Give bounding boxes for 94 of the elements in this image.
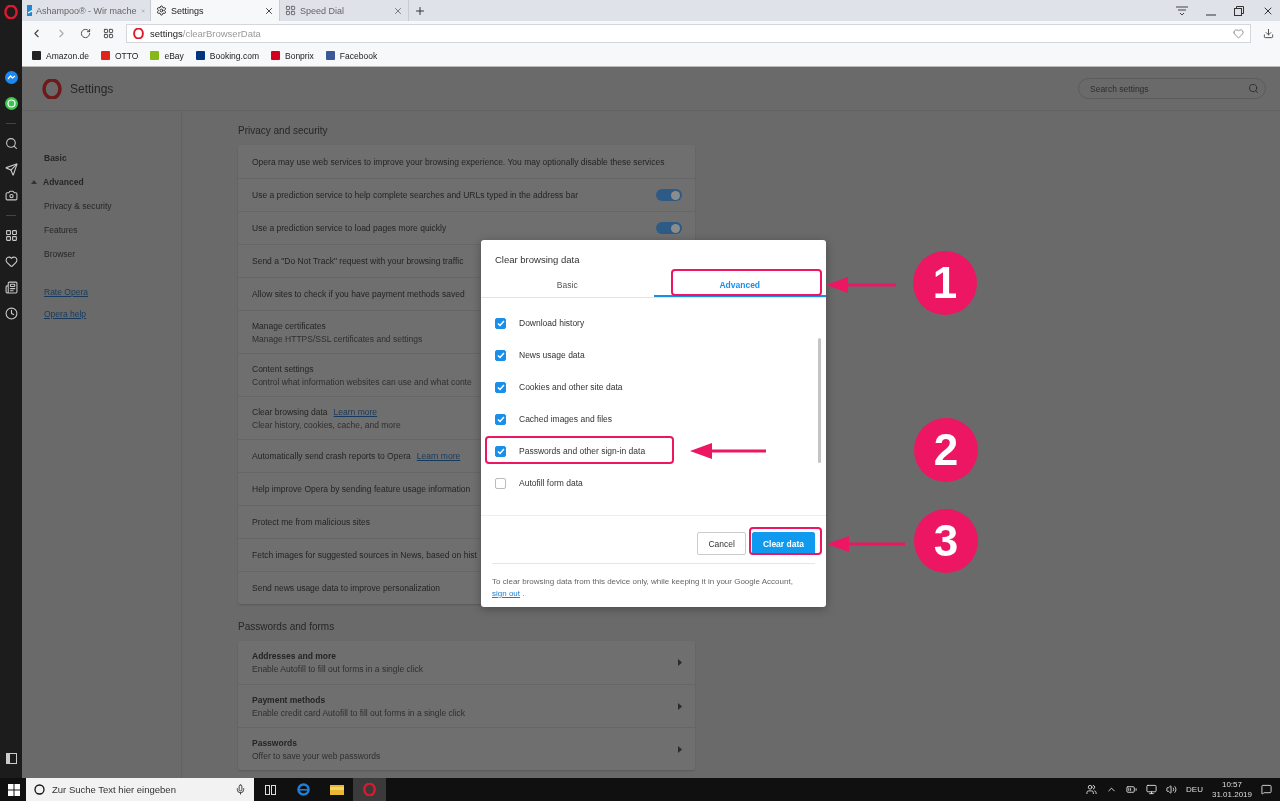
setting-label: Addresses and more bbox=[252, 651, 338, 661]
chevron-icon[interactable] bbox=[678, 702, 682, 710]
windows-icon[interactable] bbox=[8, 783, 20, 796]
nav-item[interactable]: Privacy & security bbox=[44, 194, 181, 218]
search-icon bbox=[1248, 83, 1259, 94]
setting-label: Clear browsing data Learn more bbox=[252, 406, 379, 417]
url-text: settings/clearBrowserData bbox=[150, 27, 261, 39]
setting-label: Content settings bbox=[252, 363, 315, 374]
site-icon bbox=[27, 5, 32, 16]
sign-out-link[interactable]: sign out bbox=[492, 589, 521, 598]
clock-icon[interactable] bbox=[4, 307, 18, 320]
opera-logo bbox=[42, 78, 62, 99]
checkbox-label: Cookies and other site data bbox=[519, 382, 623, 392]
setting-label: Manage certificates bbox=[252, 320, 327, 331]
taskbar-search-field[interactable]: Zur Suche Text hier eingeben bbox=[26, 778, 254, 801]
dialog-tab[interactable]: Basic bbox=[481, 274, 654, 297]
checkbox[interactable] bbox=[495, 381, 506, 393]
dialog-tab[interactable]: Advanced bbox=[653, 274, 826, 297]
chevron-icon[interactable] bbox=[678, 659, 682, 666]
browser-tab[interactable]: Settings bbox=[151, 0, 280, 21]
arrow bbox=[826, 277, 896, 293]
grid-icon[interactable] bbox=[4, 229, 18, 242]
clear-data-button[interactable]: Clear data bbox=[751, 532, 815, 555]
nav-item[interactable]: Browser bbox=[44, 242, 181, 266]
chevron-icon[interactable] bbox=[678, 745, 682, 753]
camera-icon[interactable] bbox=[4, 189, 18, 202]
search-icon bbox=[34, 784, 45, 795]
toggle-switch[interactable] bbox=[656, 222, 682, 234]
checkbox[interactable] bbox=[495, 317, 506, 329]
opera-logo bbox=[133, 27, 144, 39]
volume-icon[interactable] bbox=[1166, 784, 1178, 795]
bookmark[interactable]: Bonprix bbox=[271, 50, 314, 61]
checkbox-label: Passwords and other sign-in data bbox=[519, 446, 646, 456]
news-icon[interactable] bbox=[4, 281, 18, 294]
send-icon[interactable] bbox=[4, 163, 18, 176]
notification-icon[interactable] bbox=[1261, 784, 1272, 795]
bookmark[interactable]: Amazon.de bbox=[32, 50, 89, 61]
setting-label: Passwords bbox=[252, 737, 298, 748]
setting-label: Allow sites to check if you have payment methods saved bbox=[252, 289, 465, 299]
setting-label: Help improve Opera by sending feature usage information bbox=[252, 484, 471, 494]
setting-label: Send a "Do Not Track" request with your browsing traffic bbox=[252, 256, 464, 266]
address-field[interactable]: settings/clearBrowserData bbox=[126, 23, 1251, 43]
setting-label: Use a prediction service to load pages more quickly bbox=[252, 223, 447, 233]
opera-logo bbox=[4, 5, 18, 19]
setting-label: Send news usage data to improve personalization bbox=[252, 583, 441, 593]
bookmark[interactable]: Booking.com bbox=[195, 50, 259, 61]
bookmark[interactable]: eBay bbox=[150, 50, 184, 61]
download-icon[interactable] bbox=[1263, 27, 1274, 39]
dialog-title: Clear browsing data bbox=[494, 253, 581, 267]
scrollbar-thumb[interactable] bbox=[818, 338, 821, 463]
reload-icon[interactable] bbox=[80, 27, 91, 39]
setting-label: Automatically send crash reports to Opera Learn more bbox=[252, 451, 461, 461]
checkbox-label: Download history bbox=[519, 318, 585, 328]
menu-icon[interactable] bbox=[1176, 5, 1188, 16]
setting-label: Protect me from malicious sites bbox=[252, 517, 371, 527]
checkbox-label: Cached images and files bbox=[519, 414, 613, 424]
nav-item[interactable]: Features bbox=[44, 218, 181, 242]
setting-label: Opera may use web services to improve your browsing experience. You may optionally disable these services bbox=[252, 156, 665, 167]
restore-icon[interactable] bbox=[1234, 5, 1244, 16]
heart-icon[interactable] bbox=[4, 255, 18, 268]
grid-icon bbox=[285, 5, 296, 16]
people-icon[interactable] bbox=[1086, 784, 1098, 795]
page-title: Settings bbox=[70, 81, 114, 96]
microphone-icon[interactable] bbox=[235, 784, 246, 795]
search-icon[interactable] bbox=[4, 137, 18, 150]
nav-item[interactable]: Basic bbox=[44, 146, 181, 170]
new-tab-icon[interactable] bbox=[414, 4, 426, 17]
toggle-switch[interactable] bbox=[656, 189, 682, 201]
checkbox[interactable] bbox=[495, 349, 506, 361]
checkbox-label: Autofill form data bbox=[519, 478, 583, 488]
checkbox-label: News usage data bbox=[519, 350, 585, 360]
grid-icon[interactable] bbox=[103, 27, 114, 39]
clock[interactable]: 10:57 31.01.2019 bbox=[1211, 779, 1252, 800]
footer-note: To clear browsing data from this device only, while keeping it in your Google Account, sign out . bbox=[492, 563, 815, 600]
whatsapp-icon[interactable] bbox=[4, 97, 18, 110]
setting-label: Payment methods bbox=[252, 694, 327, 705]
section-title: Privacy and security bbox=[238, 125, 329, 136]
checkbox[interactable] bbox=[495, 445, 506, 457]
messenger-icon[interactable] bbox=[4, 71, 18, 84]
opera-logo bbox=[363, 783, 376, 796]
bookmark[interactable]: OTTO bbox=[101, 50, 139, 61]
network-icon[interactable] bbox=[1146, 784, 1158, 795]
checkbox[interactable] bbox=[495, 477, 506, 489]
battery-icon[interactable] bbox=[1126, 784, 1138, 795]
bookmark[interactable]: Facebook bbox=[325, 50, 378, 61]
language-indicator[interactable]: DEU bbox=[1186, 785, 1203, 794]
section-title: Passwords and forms bbox=[238, 621, 336, 632]
sidebar-toggle-icon[interactable] bbox=[5, 753, 17, 764]
setting-label: Use a prediction service to help complete searches and URLs typed in the address bar bbox=[252, 190, 578, 200]
gear-icon bbox=[156, 5, 167, 16]
cancel-button[interactable]: Cancel bbox=[697, 532, 746, 555]
close-icon[interactable] bbox=[264, 5, 274, 16]
checkbox[interactable] bbox=[495, 413, 506, 425]
nav-item[interactable]: Advanced bbox=[31, 170, 181, 194]
